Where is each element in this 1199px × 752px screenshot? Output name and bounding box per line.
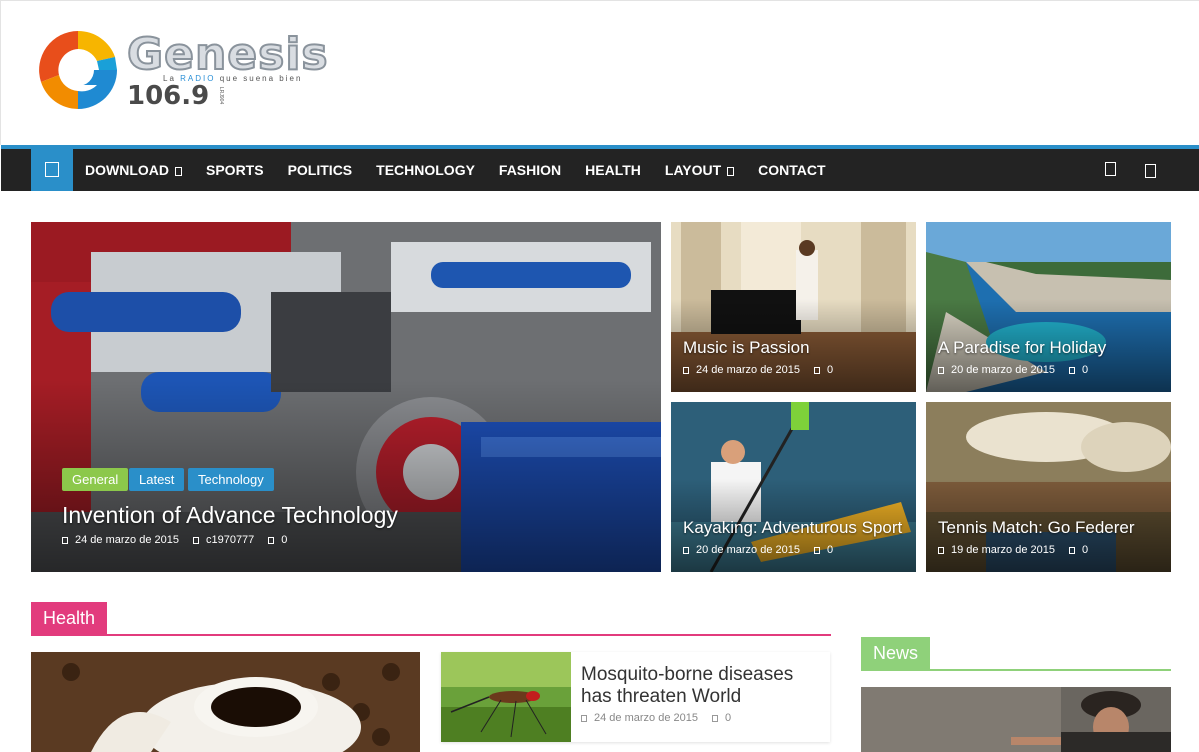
nav-item-contact[interactable]: CONTACT (746, 149, 837, 191)
tile-meta-tennis: 19 de marzo de 2015 0 (938, 544, 1088, 556)
health-section-divider (31, 634, 831, 636)
comment-icon (711, 714, 718, 722)
nav-item-label: CONTACT (758, 162, 826, 178)
comment-count[interactable]: 0 (1082, 544, 1088, 556)
tile-title-paradise[interactable]: A Paradise for Holiday (938, 338, 1106, 358)
chevron-down-icon (727, 167, 735, 176)
nav-item-sports[interactable]: SPORTS (194, 149, 276, 191)
nav-item-label: SPORTS (206, 162, 264, 178)
tile-title-music[interactable]: Music is Passion (683, 338, 810, 358)
nav-item-label: DOWNLOAD (85, 162, 169, 178)
category-badge-general[interactable]: General (62, 468, 129, 491)
tile-meta-kayaking: 20 de marzo de 2015 0 (683, 544, 833, 556)
news-section-label[interactable]: News (861, 637, 931, 669)
search-icon[interactable] (1145, 164, 1156, 178)
comment-count[interactable]: 0 (281, 534, 287, 546)
comment-count[interactable]: 0 (827, 364, 833, 376)
site-header: Genesis La RADIO que suena bien 106.9 LR… (0, 0, 1199, 145)
site-logo[interactable]: Genesis La RADIO que suena bien 106.9 LR… (35, 27, 345, 117)
health-section-label[interactable]: Health (31, 602, 108, 634)
logo-callsign: LRJ904 (218, 87, 224, 105)
post-date[interactable]: 19 de marzo de 2015 (951, 544, 1055, 556)
comment-icon (813, 366, 820, 374)
nav-item-politics[interactable]: POLITICS (276, 149, 365, 191)
home-button[interactable] (31, 149, 73, 191)
health-article-meta: 24 de marzo de 2015 0 (581, 712, 731, 724)
tile-meta-paradise: 20 de marzo de 2015 0 (938, 364, 1088, 376)
calendar-icon (683, 546, 689, 554)
comment-count[interactable]: 0 (725, 712, 731, 724)
health-main-article[interactable] (31, 652, 420, 752)
post-date[interactable]: 24 de marzo de 2015 (75, 534, 179, 546)
mosquito-image (441, 652, 571, 742)
nav-item-technology[interactable]: TECHNOLOGY (364, 149, 487, 191)
logo-frequency: 106.9 (127, 81, 210, 111)
tile-meta-music: 24 de marzo de 2015 0 (683, 364, 833, 376)
nav-item-label: HEALTH (585, 162, 641, 178)
calendar-icon (938, 366, 944, 374)
calendar-icon (62, 536, 68, 544)
nav-item-download[interactable]: DOWNLOAD (73, 149, 194, 191)
coffee-image (31, 652, 420, 752)
logo-g-mark (39, 30, 117, 109)
category-badge-latest[interactable]: Latest (129, 468, 185, 491)
nav-menu: DOWNLOAD SPORTS POLITICS TECHNOLOGY FASHION H… (73, 149, 838, 191)
post-date[interactable]: 20 de marzo de 2015 (951, 364, 1055, 376)
comment-count[interactable]: 0 (827, 544, 833, 556)
nav-item-label: LAYOUT (664, 162, 722, 178)
featured-main-meta: 24 de marzo de 2015 c1970777 0 (62, 534, 287, 546)
nav-item-label: FASHION (498, 162, 562, 178)
nav-item-health[interactable]: HEALTH (573, 149, 653, 191)
home-icon (45, 162, 59, 177)
tile-title-kayaking[interactable]: Kayaking: Adventurous Sport (683, 518, 902, 538)
post-date[interactable]: 20 de marzo de 2015 (696, 544, 800, 556)
comment-count[interactable]: 0 (1082, 364, 1088, 376)
logo-wordmark: Genesis (126, 29, 329, 80)
featured-main-title[interactable]: Invention of Advance Technology (62, 502, 398, 529)
nav-item-label: TECHNOLOGY (376, 162, 475, 178)
comment-icon (268, 536, 275, 544)
firefighter-image (861, 687, 1171, 752)
category-badge-technology[interactable]: Technology (188, 468, 274, 491)
comment-icon (1068, 546, 1075, 554)
calendar-icon (938, 546, 944, 554)
post-date[interactable]: 24 de marzo de 2015 (594, 712, 698, 724)
news-section-divider (861, 669, 1171, 671)
random-post-icon[interactable] (1105, 162, 1116, 176)
post-author[interactable]: c1970777 (206, 534, 254, 546)
nav-item-label: POLITICS (287, 162, 353, 178)
main-navigation: DOWNLOAD SPORTS POLITICS TECHNOLOGY FASHION H… (1, 145, 1199, 191)
post-date[interactable]: 24 de marzo de 2015 (696, 364, 800, 376)
nav-item-layout[interactable]: LAYOUT (653, 149, 746, 191)
calendar-icon (683, 366, 689, 374)
calendar-icon (581, 714, 587, 722)
news-main-article[interactable] (861, 687, 1171, 752)
chevron-down-icon (175, 167, 182, 176)
nav-item-fashion[interactable]: FASHION (487, 149, 573, 191)
comment-icon (813, 546, 820, 554)
health-article-title[interactable]: Mosquito-borne diseases has threaten Wor… (581, 664, 821, 708)
user-icon (192, 536, 199, 544)
health-article-card[interactable]: Mosquito-borne diseases has threaten Wor… (441, 652, 830, 742)
comment-icon (1068, 366, 1075, 374)
tile-title-tennis[interactable]: Tennis Match: Go Federer (938, 518, 1135, 538)
